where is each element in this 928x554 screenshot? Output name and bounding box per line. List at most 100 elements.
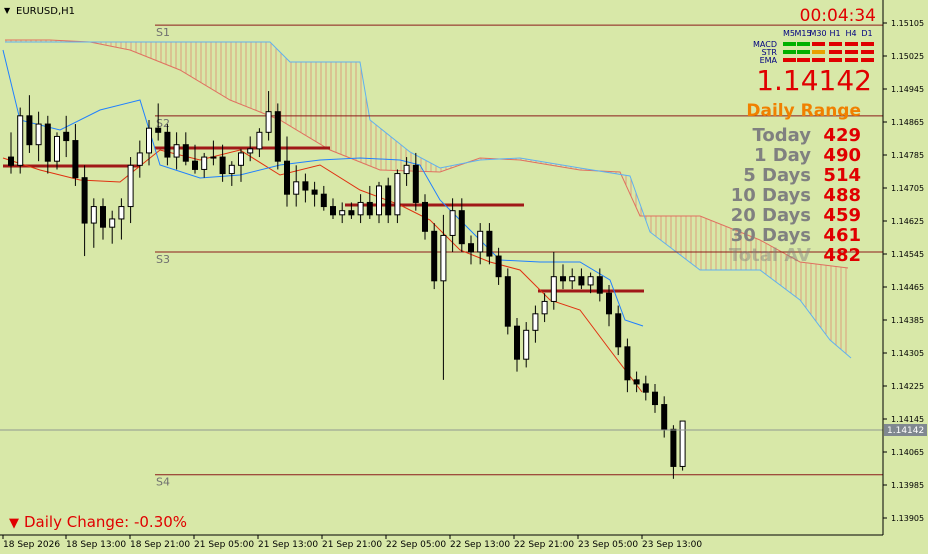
time-tick-label: 21 Sep 13:00	[258, 540, 318, 550]
current-price-axis-label: 1.14142	[887, 426, 924, 436]
range-label: 5 Days	[743, 165, 811, 186]
candle	[118, 198, 125, 240]
candle-body	[17, 115, 24, 166]
price-chart[interactable]: S1S2S3S4 1.151051.150251.149451.148651.1…	[0, 0, 928, 554]
range-value: 490	[823, 145, 861, 166]
range-label: Total AV	[729, 245, 811, 266]
candle	[550, 251, 557, 310]
price-tick-label: 1.14945	[891, 85, 924, 94]
candle	[366, 185, 373, 219]
candle-body	[44, 123, 51, 162]
candle	[72, 124, 79, 186]
tenkan-line	[2, 49, 644, 327]
candle	[228, 161, 235, 186]
signal-matrix: M5 M15M30 H1 H4 D1MACDSTREMA	[753, 29, 874, 65]
timeframe-label: M5	[783, 29, 795, 38]
candle	[670, 425, 677, 479]
level-label: S3	[156, 253, 170, 266]
candle-body	[26, 115, 33, 146]
timeframe-label: D1	[861, 29, 872, 38]
candle-body	[679, 420, 686, 467]
price-tick-label: 1.14385	[891, 316, 924, 325]
price-axis: 1.15105 1.15025 1.14945 1.14865 1.14785 1.147…	[883, 19, 924, 523]
candle-body	[541, 300, 548, 315]
candle	[642, 375, 649, 401]
candle	[146, 119, 152, 166]
signal-cell	[829, 50, 842, 54]
candle-body	[90, 206, 97, 224]
time-tick-label: 22 Sep 13:00	[450, 540, 510, 550]
candle-timer: 00:04:34	[800, 6, 876, 26]
candle-body	[155, 127, 162, 133]
candle	[376, 181, 382, 224]
price-tick-label: 1.15105	[891, 19, 924, 28]
price-tick-label: 1.14865	[891, 118, 924, 127]
candle-body	[578, 276, 585, 286]
candle-body	[495, 255, 502, 278]
candle-body	[449, 210, 456, 236]
candle	[35, 111, 42, 162]
price-tick-label: 1.14145	[891, 415, 924, 424]
candle	[26, 95, 33, 153]
candle-body	[201, 156, 208, 170]
candle-body	[311, 189, 318, 195]
candle-body	[661, 404, 668, 430]
range-label: 10 Days	[731, 185, 811, 206]
candle	[100, 198, 106, 240]
chart-menu-icon[interactable]: ▼	[4, 6, 11, 15]
signal-cell	[797, 42, 810, 46]
candle	[633, 371, 640, 393]
signal-cell	[812, 42, 825, 46]
symbol-title: EURUSD,H1	[16, 6, 75, 17]
range-value: 488	[823, 185, 861, 206]
candle-body	[615, 313, 622, 348]
candle	[523, 322, 530, 368]
candle	[578, 268, 585, 290]
price-tick-label: 1.13905	[891, 514, 924, 523]
candle-body	[192, 160, 198, 170]
signal-cell	[797, 58, 810, 62]
candle-body	[118, 206, 125, 220]
candle-body	[504, 276, 511, 327]
candle	[624, 338, 631, 393]
candle-body	[412, 164, 419, 203]
candle-body	[146, 127, 152, 154]
candle	[532, 305, 539, 343]
candle	[560, 264, 566, 290]
price-tick-label: 1.14705	[891, 184, 924, 193]
candle	[302, 173, 309, 203]
candle-body	[72, 140, 79, 179]
candle-body	[670, 428, 677, 467]
range-value: 482	[823, 245, 861, 266]
candle	[136, 140, 143, 178]
candle-body	[642, 383, 649, 393]
candle-body	[376, 185, 382, 216]
candle-body	[366, 201, 373, 216]
candle	[311, 181, 318, 207]
candle-body	[523, 329, 530, 360]
range-value: 429	[823, 125, 861, 146]
price-tick-label: 1.14465	[891, 283, 924, 292]
candle-body	[569, 276, 576, 282]
senkou-a-line	[5, 39, 849, 269]
candle-body	[560, 276, 566, 282]
candle-body	[293, 181, 300, 195]
daily-change: Daily Change: -0.30%	[24, 513, 187, 531]
pivot-bars	[3, 146, 644, 293]
candle-body	[468, 243, 474, 253]
signal-cell	[783, 58, 796, 62]
candle	[17, 107, 24, 174]
candle-body	[54, 135, 60, 162]
candle-body	[606, 292, 612, 315]
candle	[265, 91, 272, 141]
candle-body	[127, 164, 134, 208]
signal-cell	[861, 58, 874, 62]
candle-body	[164, 131, 171, 158]
candle-body	[320, 193, 327, 208]
candle-body	[587, 276, 594, 286]
candle	[422, 194, 428, 240]
time-tick-label: 18 Sep 2026	[3, 540, 60, 550]
range-value: 514	[823, 165, 861, 186]
candle-body	[486, 230, 493, 257]
candle-body	[339, 210, 346, 216]
